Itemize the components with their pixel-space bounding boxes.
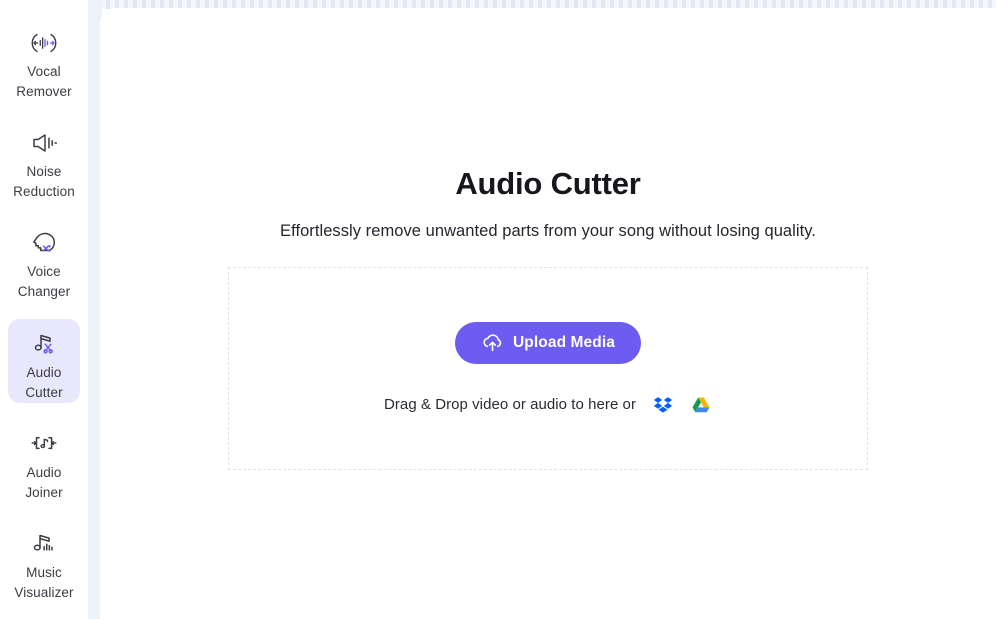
sidebar-item-audio-joiner[interactable]: Audio Joiner bbox=[8, 419, 80, 503]
dropbox-icon bbox=[653, 395, 673, 415]
upload-media-button-label: Upload Media bbox=[513, 333, 615, 351]
page-title: Audio Cutter bbox=[455, 166, 641, 201]
sidebar-item-noise-reduction[interactable]: Noise Reduction bbox=[8, 118, 80, 202]
dropbox-source-button[interactable] bbox=[652, 394, 674, 416]
main-content: Audio Cutter Effortlessly remove unwante… bbox=[100, 8, 996, 619]
upload-media-button[interactable]: Upload Media bbox=[455, 321, 641, 364]
sidebar-item-vocal-remover[interactable]: Vocal Remover bbox=[8, 18, 80, 102]
sidebar-item-label: Music Visualizer bbox=[14, 564, 74, 600]
sidebar-item-voice-changer[interactable]: Voice Changer bbox=[8, 218, 80, 302]
sidebar-item-label: Noise Reduction bbox=[13, 164, 75, 200]
audio-cutter-icon bbox=[27, 331, 61, 357]
vocal-remover-icon bbox=[27, 30, 61, 56]
sidebar-item-label: Audio Cutter bbox=[25, 364, 63, 400]
google-drive-source-button[interactable] bbox=[690, 394, 712, 416]
drag-drop-text: Drag & Drop video or audio to here or bbox=[384, 396, 636, 413]
noise-reduction-icon bbox=[27, 130, 61, 156]
cloud-upload-icon bbox=[481, 333, 503, 352]
app-root: Vocal Remover Noise Reduction Voice Chan… bbox=[0, 0, 996, 619]
page-subtitle: Effortlessly remove unwanted parts from … bbox=[280, 222, 816, 240]
sidebar-item-audio-cutter[interactable]: Audio Cutter bbox=[8, 318, 80, 403]
music-visualizer-icon bbox=[27, 531, 61, 557]
sidebar-item-label: Vocal Remover bbox=[16, 64, 72, 99]
voice-changer-icon bbox=[27, 230, 61, 256]
drag-drop-row: Drag & Drop video or audio to here or bbox=[384, 394, 712, 416]
sidebar-item-music-visualizer[interactable]: Music Visualizer bbox=[8, 519, 80, 603]
sidebar-item-label: Voice Changer bbox=[17, 264, 71, 300]
main-panel: Audio Cutter Effortlessly remove unwante… bbox=[100, 8, 996, 619]
audio-joiner-icon bbox=[27, 431, 61, 457]
file-dropzone[interactable]: Upload Media Drag & Drop video or audio … bbox=[228, 267, 868, 470]
sidebar-item-label: Audio Joiner bbox=[25, 464, 63, 500]
google-drive-icon bbox=[691, 395, 711, 415]
sidebar: Vocal Remover Noise Reduction Voice Chan… bbox=[0, 0, 88, 619]
